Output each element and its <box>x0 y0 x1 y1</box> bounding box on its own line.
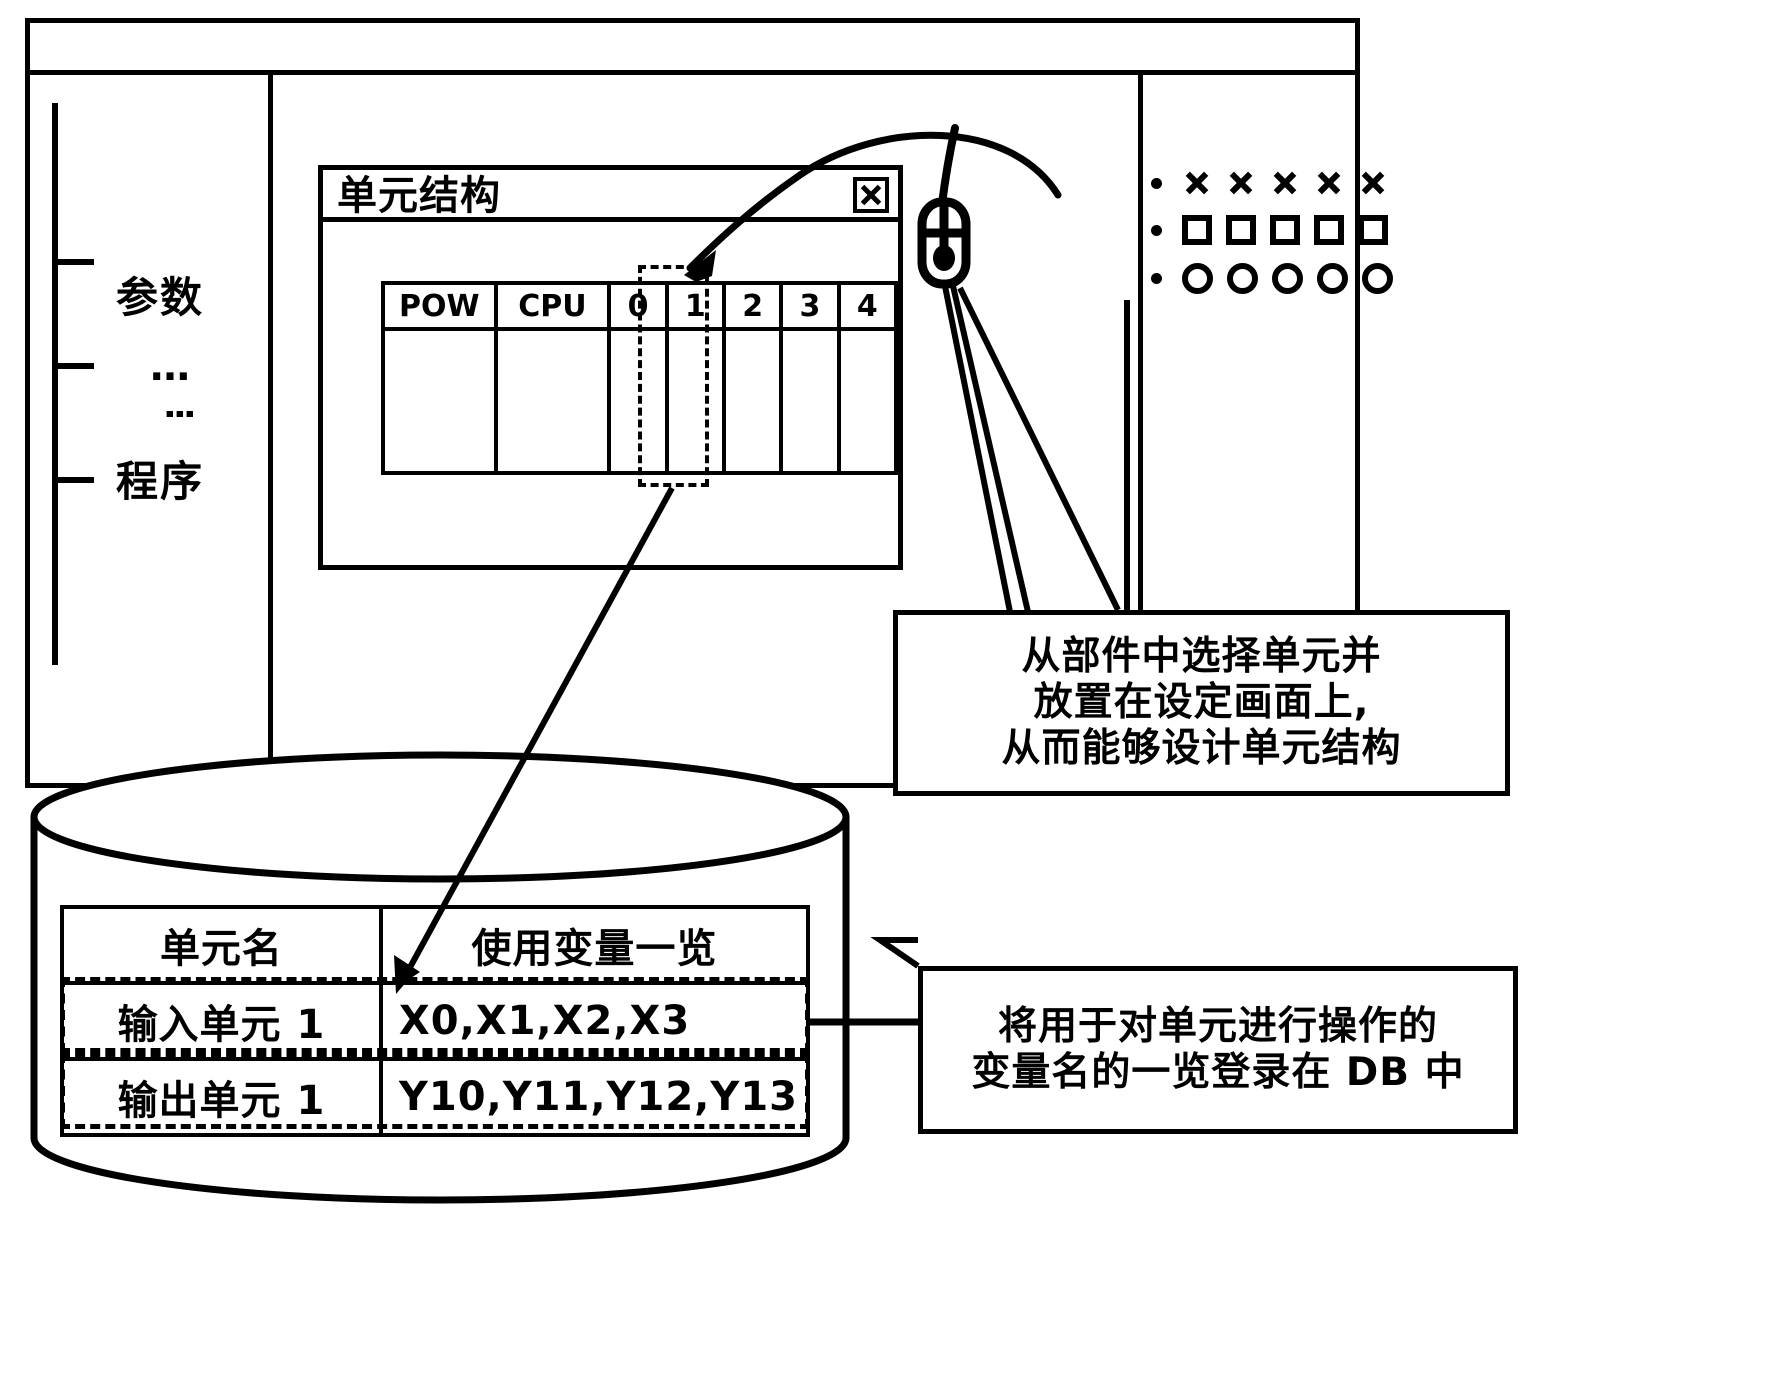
close-icon[interactable] <box>853 177 889 213</box>
callout-database-note: 将用于对单元进行操作的 变量名的一览登录在 DB 中 <box>918 966 1518 1134</box>
circle-icon[interactable] <box>1317 263 1348 294</box>
circle-icon[interactable] <box>1272 263 1303 294</box>
circle-icon[interactable] <box>1182 263 1213 294</box>
table-row[interactable]: 输出单元 1 Y10,Y11,Y12,Y13 <box>60 1057 811 1137</box>
rack-slot-body-cpu[interactable] <box>493 327 612 475</box>
callout-palette-line-1: 从部件中选择单元并 <box>1021 633 1382 679</box>
circle-icon[interactable] <box>1227 263 1258 294</box>
x-mark-icon[interactable] <box>1182 168 1212 198</box>
rack-slot-label-3[interactable]: 3 <box>779 281 841 331</box>
rack-slot-label-pow[interactable]: POW <box>381 281 498 331</box>
callout-palette-line-2: 放置在设定画面上, <box>1033 679 1370 725</box>
tree-item-program[interactable]: 程序 <box>116 461 204 503</box>
tree-item-ellipsis-horizontal: … <box>150 344 194 390</box>
rack-slot-body-4[interactable] <box>836 327 899 475</box>
palette-row-circle <box>1151 263 1393 294</box>
rack-slot-body-2[interactable] <box>722 327 784 475</box>
tree-item-parameters[interactable]: 参数 <box>116 277 204 319</box>
palette-row-x <box>1151 168 1388 198</box>
db-callout-tail <box>870 937 920 969</box>
column-header-variable-list: 使用变量一览 <box>378 905 811 985</box>
square-icon[interactable] <box>1182 215 1212 245</box>
column-header-unit-name: 单元名 <box>60 905 383 985</box>
x-mark-icon[interactable] <box>1226 168 1256 198</box>
project-tree-pane: 参数 … ⋮ 程序 <box>30 75 273 783</box>
rack-slot-body-pow[interactable] <box>381 327 498 475</box>
cell-unit-name: 输出单元 1 <box>60 1057 383 1137</box>
table-header-row: 单元名 使用变量一览 <box>60 905 811 985</box>
dialog-title: 单元结构 <box>337 173 501 219</box>
palette-bullet-icon <box>1151 224 1162 236</box>
x-mark-icon[interactable] <box>1358 168 1388 198</box>
square-icon[interactable] <box>1270 215 1300 245</box>
rack-slot-label-4[interactable]: 4 <box>836 281 899 331</box>
palette-bullet-icon <box>1151 177 1162 189</box>
square-icon[interactable] <box>1314 215 1344 245</box>
square-icon[interactable] <box>1226 215 1256 245</box>
rack-slot-label-cpu[interactable]: CPU <box>493 281 612 331</box>
cell-unit-name: 输入单元 1 <box>60 981 383 1061</box>
cell-variable-list: Y10,Y11,Y12,Y13 <box>378 1057 811 1137</box>
circle-icon[interactable] <box>1362 263 1393 294</box>
tree-trunk-line <box>52 103 58 665</box>
tree-item-ellipsis-vertical: ⋮ <box>159 397 200 431</box>
tree-branch-program <box>52 477 94 483</box>
cell-variable-list: X0,X1,X2,X3 <box>378 981 811 1061</box>
callout-palette-line-3: 从而能够设计单元结构 <box>1001 726 1402 771</box>
palette-bullet-icon <box>1151 273 1162 284</box>
diagram-canvas: 参数 … ⋮ 程序 单元结构 POW CPU 0 1 2 3 4 单元名 使用变… <box>0 0 1771 1392</box>
table-row[interactable]: 输入单元 1 X0,X1,X2,X3 <box>60 981 811 1061</box>
x-mark-icon[interactable] <box>1270 168 1300 198</box>
palette-row-square <box>1151 215 1388 245</box>
rack-slot-label-2[interactable]: 2 <box>722 281 784 331</box>
tree-branch-parameters <box>52 259 94 265</box>
callout-db-line-1: 将用于对单元进行操作的 <box>997 1003 1438 1049</box>
rack-slot-body-3[interactable] <box>779 327 841 475</box>
callout-db-line-2: 变量名的一览登录在 DB 中 <box>971 1050 1465 1095</box>
rack-slot-selection-marquee <box>638 265 709 487</box>
square-icon[interactable] <box>1358 215 1388 245</box>
callout-palette-note: 从部件中选择单元并 放置在设定画面上, 从而能够设计单元结构 <box>893 610 1510 796</box>
x-mark-icon[interactable] <box>1314 168 1344 198</box>
unit-structure-dialog: 单元结构 POW CPU 0 1 2 3 4 <box>318 165 903 570</box>
tree-branch-ellipsis <box>52 363 94 369</box>
app-titlebar <box>30 23 1355 75</box>
close-icon-glyph <box>857 181 885 209</box>
unit-variable-table: 单元名 使用变量一览 输入单元 1 X0,X1,X2,X3 输出单元 1 Y10… <box>60 905 811 1137</box>
